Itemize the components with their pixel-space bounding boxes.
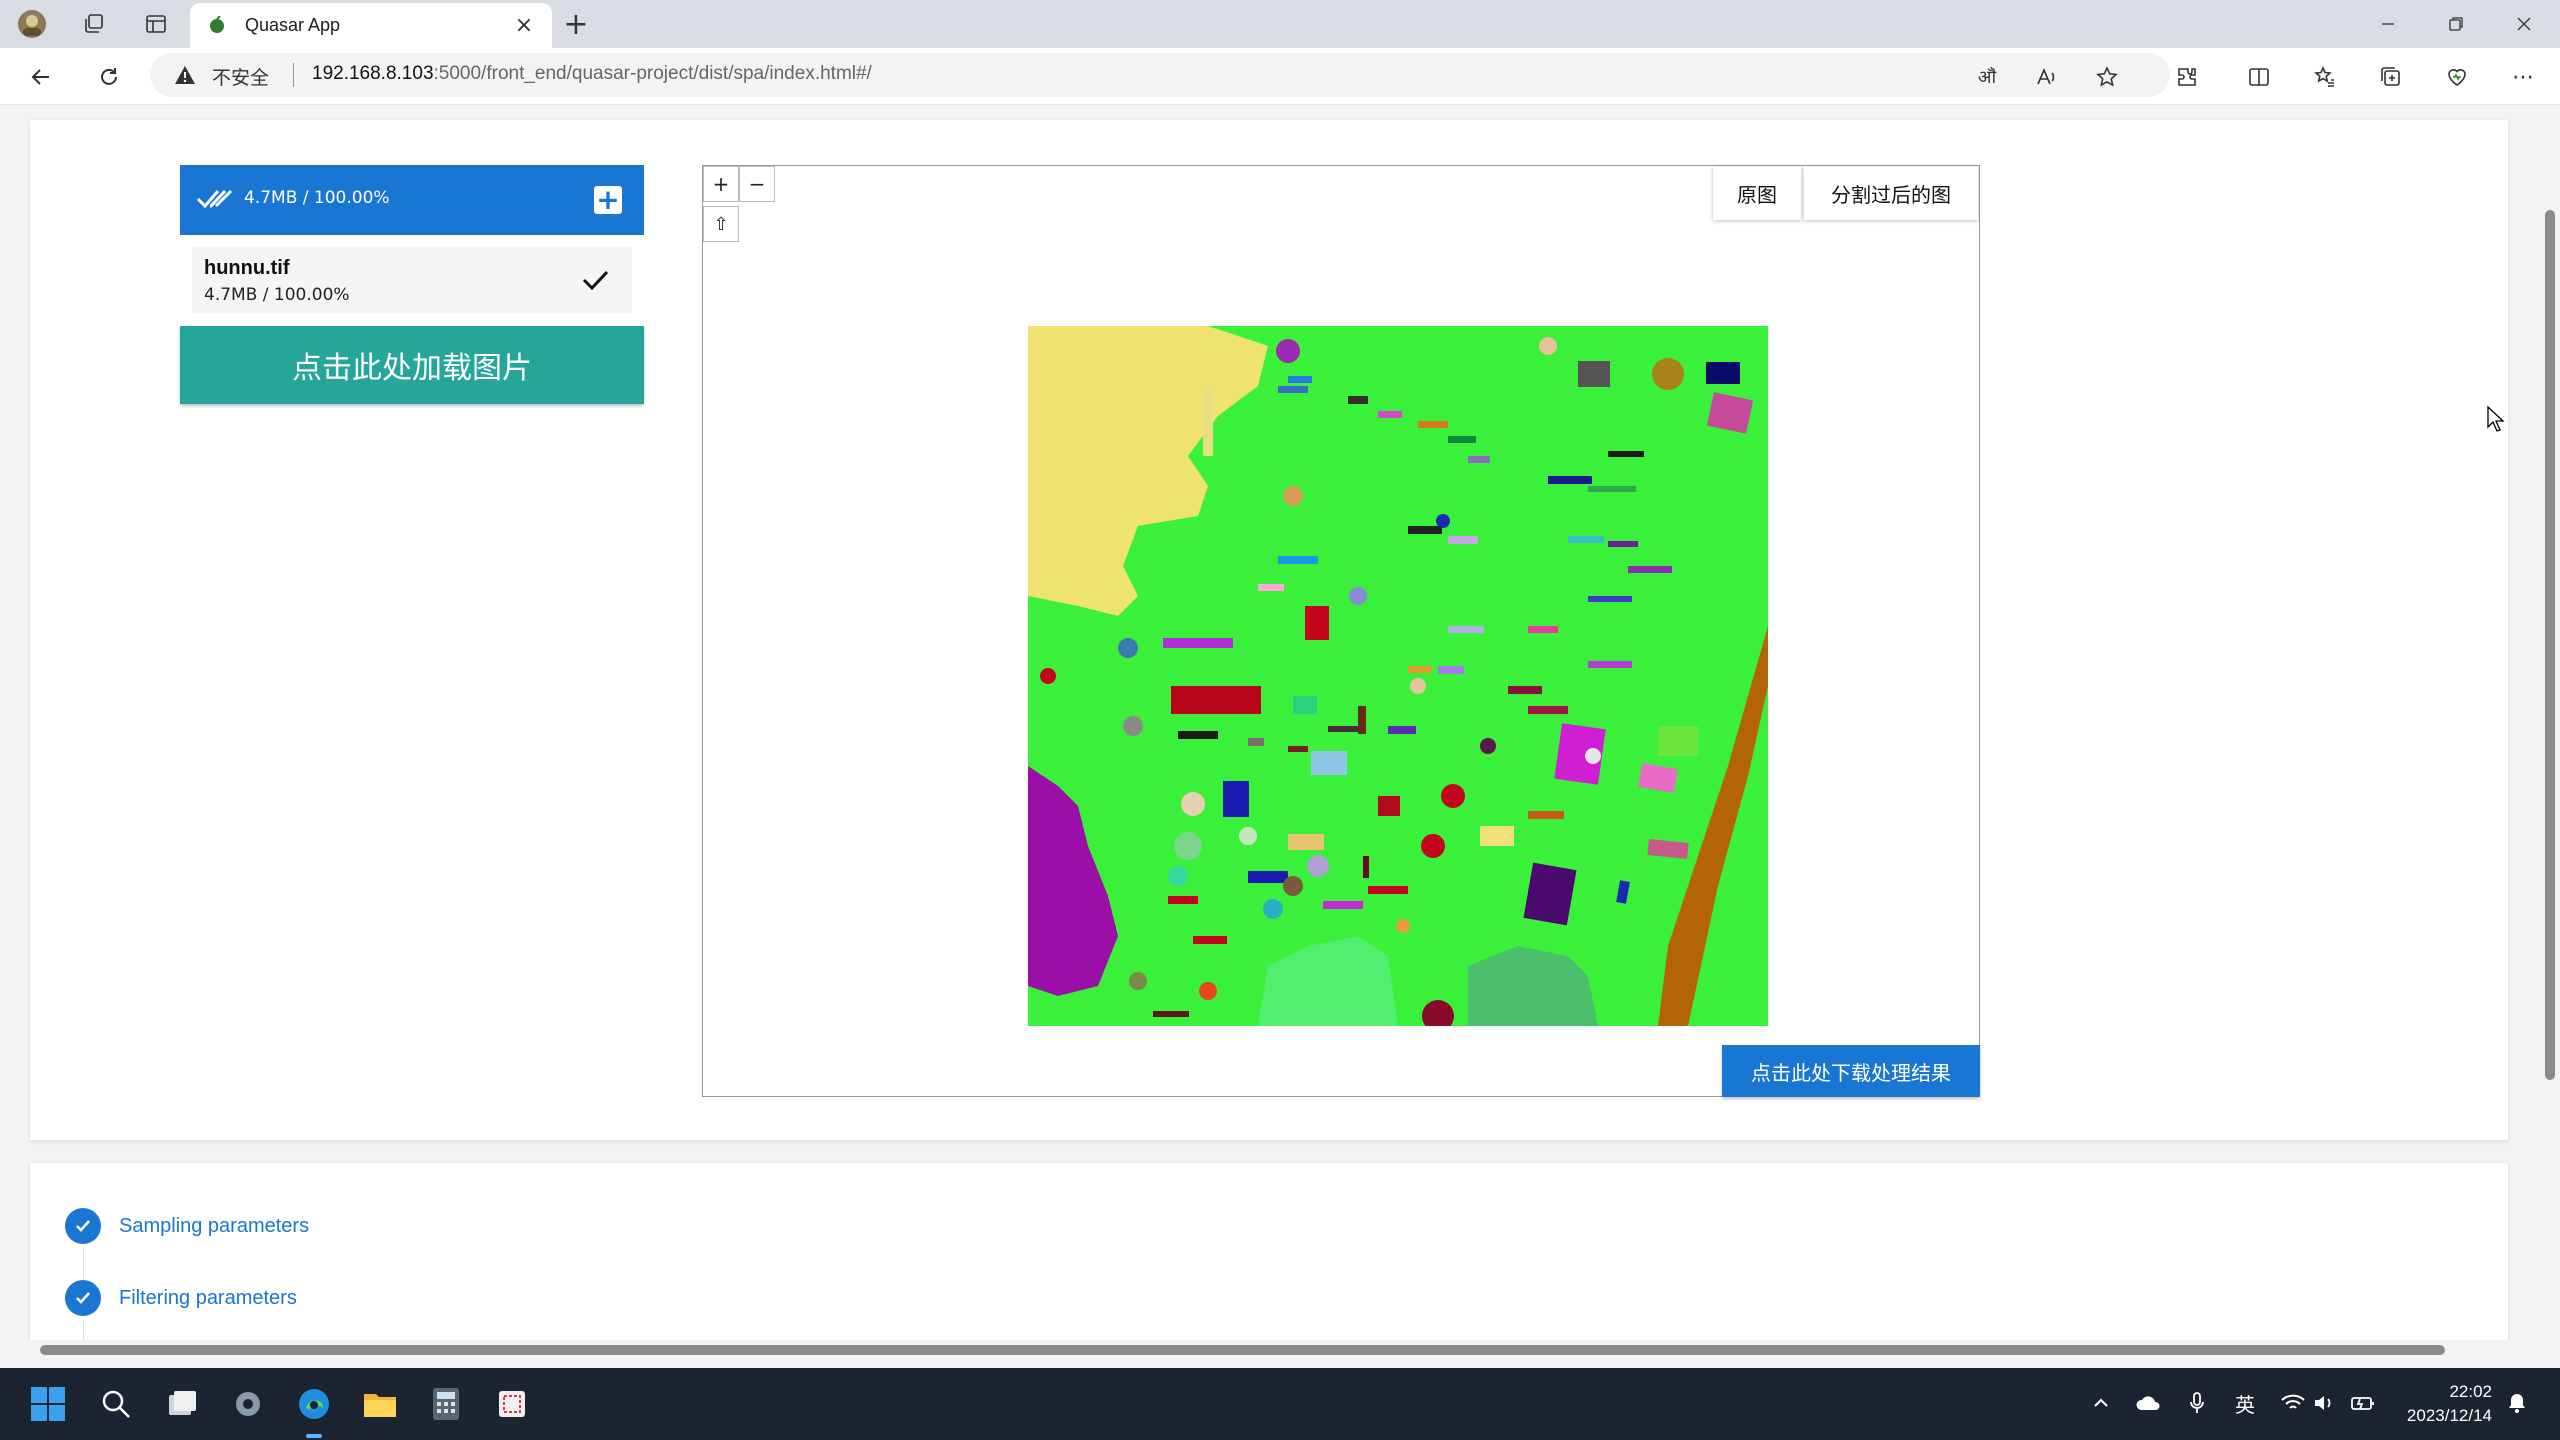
main-card: 4.7MB / 100.00% + hunnu.tif 4.7MB / 100.… xyxy=(30,120,2508,1140)
browser-tabstrip: Quasar App × + xyxy=(0,0,2560,48)
url-text[interactable]: 192.168.8.103:5000/front_end/quasar-proj… xyxy=(312,63,872,85)
original-image-button[interactable]: 原图 xyxy=(1713,166,1801,220)
download-result-button[interactable]: 点击此处下载处理结果 xyxy=(1722,1045,1980,1097)
show-hidden-icons-icon[interactable] xyxy=(2086,1388,2116,1418)
tab-title: Quasar App xyxy=(245,15,341,35)
load-image-button[interactable]: 点击此处加载图片 xyxy=(180,326,644,404)
quasar-favicon-icon xyxy=(208,15,226,34)
collections-icon[interactable] xyxy=(2374,60,2408,94)
browser-toolbar: 不安全 192.168.8.103:5000/front_end/quasar-… xyxy=(0,48,2560,105)
step-label: Sampling parameters xyxy=(119,1215,310,1237)
restore-icon[interactable] xyxy=(2422,0,2490,48)
back-icon[interactable] xyxy=(24,60,58,94)
onedrive-cloud-icon[interactable] xyxy=(2134,1388,2164,1418)
more-menu-icon[interactable]: ⋯ xyxy=(2506,60,2540,94)
profile-avatar-icon[interactable] xyxy=(16,8,48,40)
url-path: :5000/front_end/quasar-project/dist/spa/… xyxy=(433,63,872,84)
input-method-indicator[interactable]: 英 xyxy=(2230,1388,2260,1418)
map-viewer[interactable]: + − ⇧ 原图 分割过后的图 点击此处下载处理结果 xyxy=(702,165,1980,1097)
horizontal-scrollbar[interactable] xyxy=(0,1340,2540,1360)
windows-taskbar: 英 22:02 2023/12/14 xyxy=(0,1368,2560,1440)
favorites-icon[interactable] xyxy=(2308,60,2342,94)
wifi-icon[interactable] xyxy=(2278,1388,2308,1418)
new-tab-icon[interactable]: + xyxy=(560,7,592,42)
warning-icon[interactable] xyxy=(174,64,196,90)
add-file-button[interactable]: + xyxy=(594,186,622,214)
uploader: 4.7MB / 100.00% + hunnu.tif 4.7MB / 100.… xyxy=(180,165,644,409)
tab-quasar-app[interactable]: Quasar App × xyxy=(190,3,552,48)
notification-bell-icon[interactable] xyxy=(2502,1388,2532,1418)
split-screen-icon[interactable] xyxy=(2242,60,2276,94)
active-app-indicator xyxy=(306,1434,322,1438)
workspaces-icon[interactable] xyxy=(78,8,110,40)
step-done-icon xyxy=(65,1208,101,1244)
extensions-icon[interactable] xyxy=(2170,60,2204,94)
minimize-icon[interactable] xyxy=(2354,0,2422,48)
step-label: Filtering parameters xyxy=(119,1287,297,1309)
refresh-icon[interactable] xyxy=(92,60,126,94)
file-explorer-icon[interactable] xyxy=(358,1382,402,1426)
vertical-scrollbar[interactable] xyxy=(2540,105,2560,1350)
read-aloud-icon[interactable] xyxy=(2030,60,2064,94)
edge-browser-icon[interactable] xyxy=(292,1382,336,1426)
settings-gear-icon[interactable] xyxy=(226,1382,270,1426)
browser-essentials-icon[interactable] xyxy=(2440,60,2474,94)
step-connector xyxy=(83,1249,84,1279)
page-viewport: 4.7MB / 100.00% + hunnu.tif 4.7MB / 100.… xyxy=(0,105,2540,1350)
mouse-cursor-icon xyxy=(2487,405,2505,432)
uploader-header: 4.7MB / 100.00% + xyxy=(180,165,644,235)
system-clock[interactable]: 22:02 2023/12/14 xyxy=(2407,1380,2492,1428)
task-view-icon[interactable] xyxy=(160,1382,204,1426)
volume-icon[interactable] xyxy=(2310,1388,2340,1418)
file-size: 4.7MB / 100.00% xyxy=(204,285,350,305)
vertical-tabs-icon[interactable] xyxy=(140,8,172,40)
zoom-in-button[interactable]: + xyxy=(703,166,739,202)
clock-time: 22:02 xyxy=(2449,1382,2492,1401)
home-extent-button[interactable]: ⇧ xyxy=(703,206,739,242)
url-host: 192.168.8.103 xyxy=(312,63,434,84)
search-icon[interactable] xyxy=(94,1382,138,1426)
battery-icon[interactable] xyxy=(2348,1388,2378,1418)
check-icon xyxy=(580,265,610,299)
segmented-image xyxy=(1028,326,1768,1026)
separator xyxy=(293,63,294,87)
step-done-icon xyxy=(65,1280,101,1316)
snipping-tool-icon[interactable] xyxy=(490,1382,534,1426)
clock-date: 2023/12/14 xyxy=(2406,1406,2492,1425)
translate-icon[interactable]: ॵ xyxy=(1970,60,2004,94)
favorite-star-icon[interactable] xyxy=(2090,60,2124,94)
address-bar[interactable]: 不安全 192.168.8.103:5000/front_end/quasar-… xyxy=(150,53,2170,97)
uploaded-file-item: hunnu.tif 4.7MB / 100.00% xyxy=(192,247,632,313)
vertical-scroll-thumb[interactable] xyxy=(2545,210,2555,1080)
segmented-image-button[interactable]: 分割过后的图 xyxy=(1804,166,1978,220)
stepper-card: Sampling parameters Filtering parameters xyxy=(30,1163,2508,1350)
microphone-icon[interactable] xyxy=(2182,1388,2212,1418)
close-window-icon[interactable] xyxy=(2490,0,2558,48)
horizontal-scroll-thumb[interactable] xyxy=(40,1345,2445,1355)
calculator-icon[interactable] xyxy=(424,1382,468,1426)
zoom-out-button[interactable]: − xyxy=(739,166,775,202)
security-label[interactable]: 不安全 xyxy=(212,63,269,90)
file-name: hunnu.tif xyxy=(204,257,290,279)
close-tab-icon[interactable]: × xyxy=(510,11,538,39)
windows-start-icon[interactable] xyxy=(26,1382,70,1426)
uploader-summary: 4.7MB / 100.00% xyxy=(244,188,390,208)
done-all-icon xyxy=(196,185,236,217)
